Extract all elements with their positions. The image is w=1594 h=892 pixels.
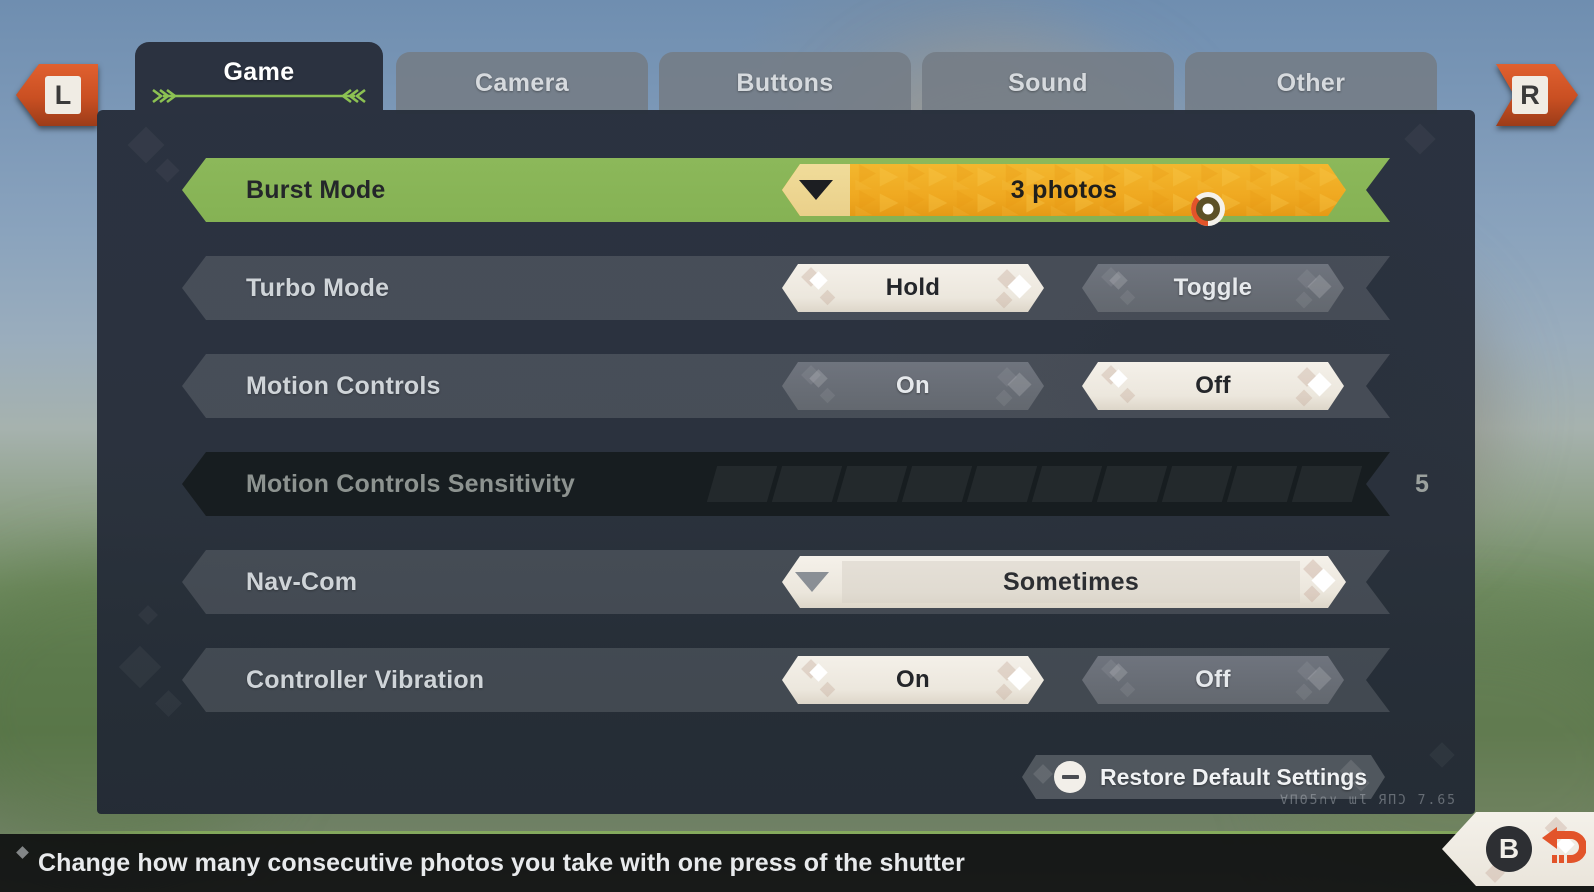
game-settings-screen: Game Camera Buttons Sound Other L R Burst Mo… xyxy=(0,0,1594,892)
tab-camera[interactable]: Camera xyxy=(396,52,648,114)
slider-segment xyxy=(1226,466,1298,502)
settings-panel: Burst Mode 3 photos Turbo Mode Hold Toggle Mo… xyxy=(97,110,1475,814)
option-button-off[interactable]: Off xyxy=(1082,362,1344,410)
setting-row-turbo-mode[interactable]: Turbo Mode Hold Toggle xyxy=(182,256,1390,320)
option-button-on[interactable]: On xyxy=(782,656,1044,704)
decorative-diamond xyxy=(1429,742,1455,768)
setting-row-controller-vibration[interactable]: Controller Vibration On Off xyxy=(182,648,1390,712)
slider-segment xyxy=(1161,466,1233,502)
back-button[interactable]: B xyxy=(1442,812,1594,886)
slider-segment xyxy=(836,466,908,502)
footer-hint-bar: Change how many consecutive photos you t… xyxy=(0,834,1594,892)
setting-control: 5 xyxy=(706,452,1429,516)
option-button-off[interactable]: Off xyxy=(1082,656,1344,704)
bumper-left-button[interactable]: L xyxy=(16,64,98,126)
decorative-diamond xyxy=(155,690,182,717)
setting-row-motion-controls[interactable]: Motion Controls On Off xyxy=(182,354,1390,418)
dropdown-value: Sometimes xyxy=(1002,567,1140,596)
option-button-toggle[interactable]: Toggle xyxy=(1082,264,1344,312)
tab-label: Game xyxy=(223,57,295,86)
slider-segment xyxy=(1291,466,1363,502)
setting-label: Turbo Mode xyxy=(246,273,390,302)
tab-label: Buttons xyxy=(736,68,834,97)
setting-control: 3 photos xyxy=(782,158,1346,222)
sensitivity-slider: 5 xyxy=(706,464,1429,504)
dropdown-open-button[interactable] xyxy=(782,556,842,608)
setting-row-motion-controls-sensitivity: Motion Controls Sensitivity 5 xyxy=(182,452,1429,516)
dropdown-open-button[interactable] xyxy=(782,164,850,216)
slider-segment xyxy=(966,466,1038,502)
tab-game[interactable]: Game xyxy=(135,42,383,114)
bumper-right-label: R xyxy=(1512,76,1548,114)
cursor-reticle-icon xyxy=(1188,189,1228,229)
decorative-diamond xyxy=(138,605,158,625)
tab-other[interactable]: Other xyxy=(1185,52,1437,114)
setting-control: On Off xyxy=(782,648,1346,712)
setting-label: Motion Controls xyxy=(246,371,441,400)
tab-label: Other xyxy=(1276,68,1346,97)
tab-sound[interactable]: Sound xyxy=(922,52,1174,114)
setting-control: Sometimes xyxy=(782,550,1346,614)
option-button-label: On xyxy=(896,372,930,399)
decorative-diamond xyxy=(1404,123,1436,155)
option-button-on[interactable]: On xyxy=(782,362,1044,410)
setting-label: Controller Vibration xyxy=(246,665,485,694)
setting-label: Burst Mode xyxy=(246,175,386,204)
bumper-left-label: L xyxy=(45,76,81,114)
chevron-down-icon xyxy=(795,572,829,592)
slider-segment xyxy=(771,466,843,502)
restore-button-label: Restore Default Settings xyxy=(1100,763,1368,790)
option-button-label: On xyxy=(896,666,930,693)
decorative-diamond xyxy=(155,158,180,183)
option-button-label: Toggle xyxy=(1173,274,1253,301)
back-button-key-label: B xyxy=(1486,826,1532,872)
decorative-diamond xyxy=(127,126,165,164)
slider-segment xyxy=(1096,466,1168,502)
decorative-glyph-text: ∀ΠΘ5∩∨ ɯƖ ЯПƆ 7.65 xyxy=(1280,793,1457,808)
slider-segment xyxy=(706,466,778,502)
setting-control: On Off xyxy=(782,354,1346,418)
dropdown-burst-mode[interactable]: 3 photos xyxy=(782,164,1346,216)
slider-segment xyxy=(901,466,973,502)
decorative-diamond xyxy=(118,645,162,689)
setting-row-nav-com[interactable]: Nav-Com Sometimes xyxy=(182,550,1390,614)
setting-label: Nav-Com xyxy=(246,567,358,596)
setting-control: Hold Toggle xyxy=(782,256,1346,320)
option-button-hold[interactable]: Hold xyxy=(782,264,1044,312)
slider-segment xyxy=(1031,466,1103,502)
tab-buttons[interactable]: Buttons xyxy=(659,52,911,114)
option-button-label: Hold xyxy=(885,274,941,301)
slider-value: 5 xyxy=(1415,469,1429,498)
tab-label: Sound xyxy=(1008,68,1088,97)
dropdown-nav-com[interactable]: Sometimes xyxy=(782,556,1346,608)
back-arrow-icon xyxy=(1540,826,1587,872)
tab-bar: Game Camera Buttons Sound Other xyxy=(0,42,1594,114)
footer-hint-text: Change how many consecutive photos you t… xyxy=(38,848,965,877)
bumper-right-button[interactable]: R xyxy=(1496,64,1578,126)
setting-label: Motion Controls Sensitivity xyxy=(246,469,576,498)
minus-circle-icon xyxy=(1054,761,1086,793)
option-button-label: Off xyxy=(1195,666,1231,693)
chevron-down-icon xyxy=(799,180,833,200)
tab-label: Camera xyxy=(474,68,570,97)
active-tab-arrow-underline xyxy=(149,88,369,104)
option-button-label: Off xyxy=(1195,372,1231,399)
hint-bullet-diamond xyxy=(16,846,29,859)
